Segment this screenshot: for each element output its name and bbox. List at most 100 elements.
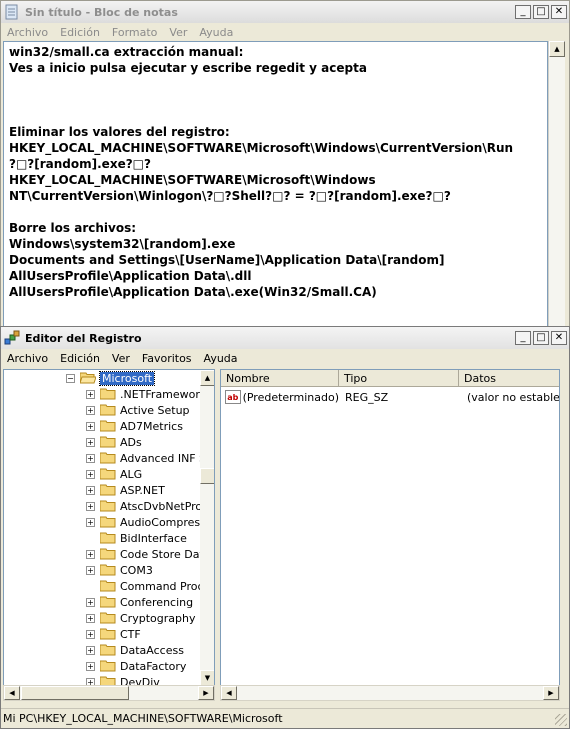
scroll-thumb[interactable] xyxy=(21,686,129,700)
folder-icon xyxy=(100,516,116,528)
menu-ver[interactable]: Ver xyxy=(163,26,193,39)
scroll-thumb[interactable] xyxy=(200,468,214,484)
tree-node[interactable]: + COM3 xyxy=(86,562,153,578)
scroll-left-button[interactable]: ◀ xyxy=(4,686,20,700)
registry-values-list[interactable]: Nombre Tipo Datos ab (Predeterminado) RE… xyxy=(220,369,560,687)
scroll-right-button[interactable]: ▶ xyxy=(198,686,214,700)
expand-icon[interactable]: + xyxy=(86,517,95,527)
tree-label: AtscDvbNetProv xyxy=(120,499,209,513)
tree-label: BidInterface xyxy=(120,531,187,545)
tree-label: DataAccess xyxy=(120,643,184,657)
text-line: AllUsersProfile\Application Data\.dll xyxy=(9,269,252,283)
tree-horizontal-scrollbar[interactable]: ◀ ▶ xyxy=(3,685,215,701)
text-line: AllUsersProfile\Application Data\.exe(Wi… xyxy=(9,285,377,299)
tree-node[interactable]: + Code Store Data xyxy=(86,546,211,562)
folder-icon xyxy=(100,596,116,608)
resize-grip-icon[interactable] xyxy=(555,714,567,726)
text-line: win32/small.ca extracción manual: xyxy=(9,45,244,59)
tree-node[interactable]: + Conferencing xyxy=(86,594,193,610)
tree-node[interactable]: + ADs xyxy=(86,434,142,450)
expand-icon[interactable]: + xyxy=(86,437,95,447)
expand-icon[interactable]: + xyxy=(86,389,95,399)
scroll-right-button[interactable]: ▶ xyxy=(543,686,559,700)
arrow-up-icon: ▲ xyxy=(204,374,211,382)
expand-icon[interactable]: + xyxy=(86,421,95,431)
text-line: ?□?[random].exe?□? xyxy=(9,157,151,171)
menu-archivo[interactable]: Archivo xyxy=(1,26,54,39)
expand-icon[interactable]: + xyxy=(86,629,95,639)
notepad-titlebar[interactable]: Sin título - Bloc de notas _ □ ✕ xyxy=(1,1,569,23)
tree-node[interactable]: + AtscDvbNetProv xyxy=(86,498,209,514)
tree-node[interactable]: + Cryptography xyxy=(86,610,195,626)
expand-icon[interactable]: + xyxy=(86,613,95,623)
menu-ayuda[interactable]: Ayuda xyxy=(198,352,244,365)
value-row[interactable]: ab (Predeterminado) REG_SZ (valor no est… xyxy=(221,388,559,406)
scroll-down-button[interactable]: ▼ xyxy=(200,670,214,686)
expand-icon[interactable]: + xyxy=(86,645,95,655)
notepad-vertical-scrollbar[interactable]: ▲ xyxy=(548,41,565,329)
tree-node[interactable]: + Advanced INF S xyxy=(86,450,206,466)
close-icon: ✕ xyxy=(554,6,564,17)
expand-icon[interactable]: + xyxy=(86,597,95,607)
tree-node[interactable]: + ASP.NET xyxy=(86,482,165,498)
maximize-icon: □ xyxy=(536,332,546,343)
folder-icon xyxy=(100,548,116,560)
expand-icon[interactable]: + xyxy=(86,405,95,415)
menu-ver[interactable]: Ver xyxy=(106,352,136,365)
column-header-name[interactable]: Nombre xyxy=(221,370,339,387)
tree-node[interactable]: + Active Setup xyxy=(86,402,190,418)
expand-icon[interactable]: + xyxy=(86,501,95,511)
folder-icon xyxy=(100,484,116,496)
close-button[interactable]: ✕ xyxy=(551,331,567,345)
menu-formato[interactable]: Formato xyxy=(106,26,164,39)
maximize-button[interactable]: □ xyxy=(533,5,549,19)
column-header-type[interactable]: Tipo xyxy=(339,370,459,387)
registry-tree[interactable]: − Microsoft + .NETFramework + Active Setup +… xyxy=(3,369,215,687)
collapse-icon[interactable]: − xyxy=(66,373,75,383)
tree-node[interactable]: Command Proce xyxy=(86,578,210,594)
tree-node-microsoft[interactable]: − Microsoft xyxy=(66,370,156,386)
tree-label: ASP.NET xyxy=(120,483,165,497)
close-button[interactable]: ✕ xyxy=(551,5,567,19)
tree-node[interactable]: + ALG xyxy=(86,466,142,482)
regedit-titlebar[interactable]: Editor del Registro _ □ ✕ xyxy=(1,327,569,349)
tree-node[interactable]: + CTF xyxy=(86,626,141,642)
text-line: Eliminar los valores del registro: xyxy=(9,125,230,139)
menu-edicion[interactable]: Edición xyxy=(54,352,106,365)
minimize-button[interactable]: _ xyxy=(515,5,531,19)
values-horizontal-scrollbar[interactable]: ◀ ▶ xyxy=(220,685,560,701)
expand-icon[interactable]: + xyxy=(86,469,95,479)
tree-vertical-scrollbar[interactable]: ▲ ▼ xyxy=(200,370,214,686)
scroll-up-button[interactable]: ▲ xyxy=(200,370,214,386)
menu-edicion[interactable]: Edición xyxy=(54,26,106,39)
text-line xyxy=(9,76,542,92)
tree-node[interactable]: + AD7Metrics xyxy=(86,418,183,434)
scroll-left-button[interactable]: ◀ xyxy=(221,686,237,700)
expand-icon[interactable]: + xyxy=(86,485,95,495)
arrow-up-icon: ▲ xyxy=(554,45,560,53)
scroll-up-button[interactable]: ▲ xyxy=(549,41,565,57)
tree-node[interactable]: + DataFactory xyxy=(86,658,186,674)
menu-archivo[interactable]: Archivo xyxy=(1,352,54,365)
column-header-data[interactable]: Datos xyxy=(459,370,559,387)
minimize-button[interactable]: _ xyxy=(515,331,531,345)
expand-icon[interactable]: + xyxy=(86,549,95,559)
tree-label: Command Proce xyxy=(120,579,211,593)
menu-favoritos[interactable]: Favoritos xyxy=(136,352,198,365)
menu-ayuda[interactable]: Ayuda xyxy=(193,26,239,39)
arrow-down-icon: ▼ xyxy=(204,674,211,682)
folder-icon xyxy=(100,420,116,432)
tree-node[interactable]: + AudioCompressio xyxy=(86,514,214,530)
maximize-button[interactable]: □ xyxy=(533,331,549,345)
expand-icon[interactable]: + xyxy=(86,453,95,463)
registry-editor-window: Editor del Registro _ □ ✕ Archivo Edició… xyxy=(0,326,570,729)
notepad-text-area[interactable]: win32/small.ca extracción manual: Ves a … xyxy=(3,41,548,329)
expand-icon[interactable]: + xyxy=(86,661,95,671)
tree-node[interactable]: BidInterface xyxy=(86,530,187,546)
tree-label: Microsoft xyxy=(98,370,156,386)
tree-node[interactable]: + DataAccess xyxy=(86,642,184,658)
maximize-icon: □ xyxy=(536,6,546,17)
expand-icon[interactable]: + xyxy=(86,565,95,575)
tree-node[interactable]: + .NETFramework xyxy=(86,386,206,402)
